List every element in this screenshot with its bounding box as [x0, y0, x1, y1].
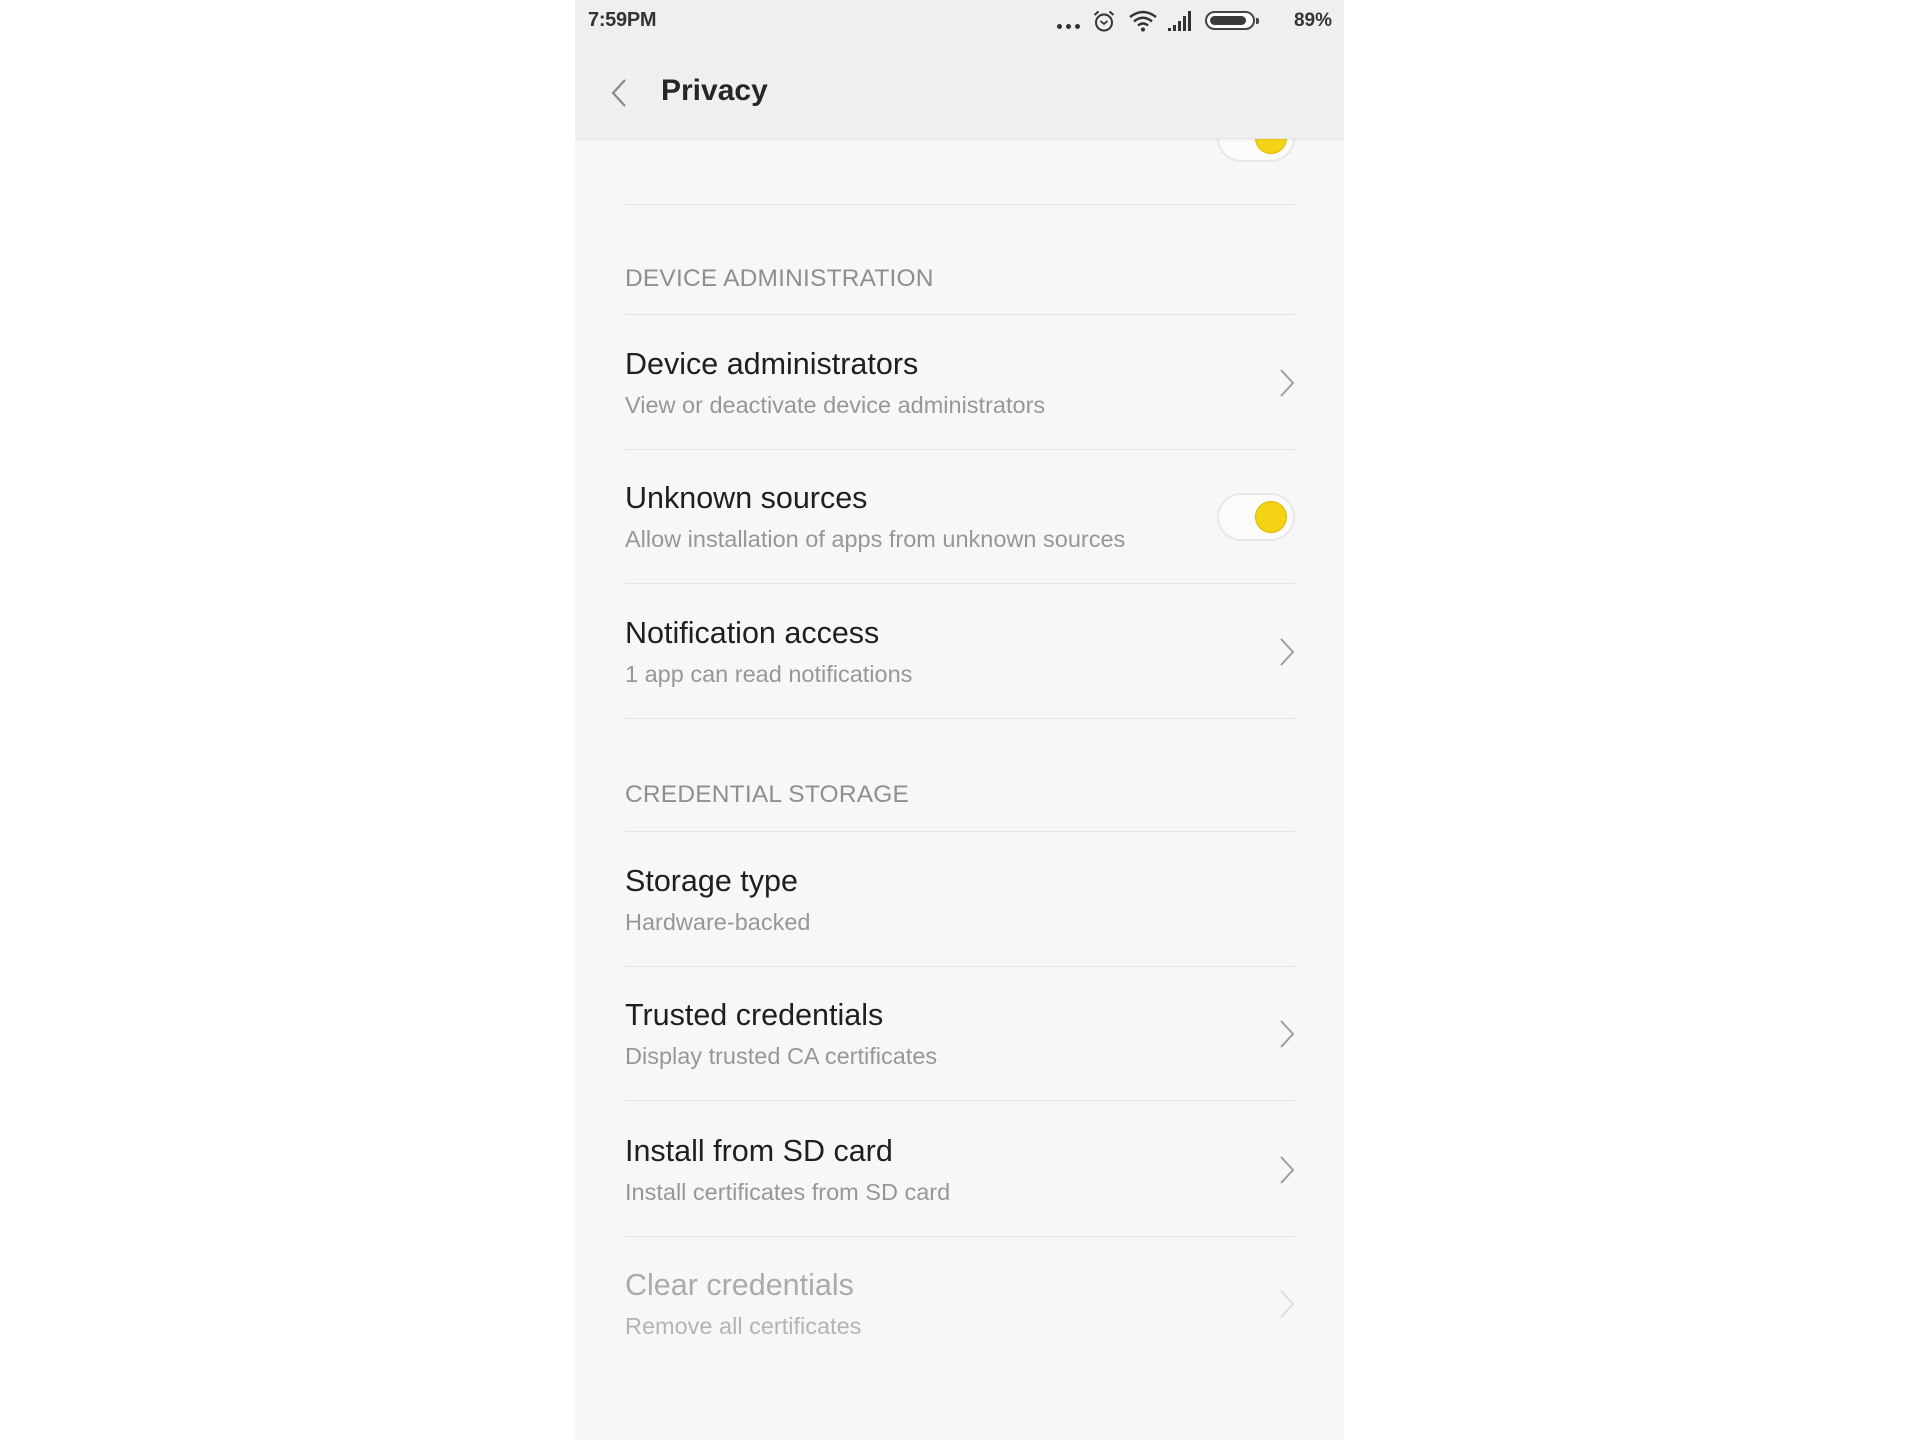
chevron-left-icon — [611, 79, 626, 107]
unknown-sources-toggle[interactable] — [1217, 493, 1295, 541]
signal-icon — [1168, 11, 1191, 31]
setting-subtitle: Install certificates from SD card — [625, 1179, 951, 1205]
wifi-icon — [1129, 10, 1157, 32]
setting-subtitle: Remove all certificates — [625, 1313, 862, 1339]
phone-screen: Make passwords visible DEVICE ADMINISTRA… — [575, 0, 1344, 1440]
setting-subtitle: Allow installation of apps from unknown … — [625, 526, 1126, 552]
section-label: DEVICE ADMINISTRATION — [625, 265, 934, 292]
section-header-device-administration: DEVICE ADMINISTRATION — [625, 205, 1295, 315]
section-label: CREDENTIAL STORAGE — [625, 781, 910, 808]
more-dots-icon — [1057, 24, 1083, 30]
chevron-right-icon — [1280, 1156, 1295, 1184]
setting-title: Install from SD card — [625, 1134, 893, 1168]
setting-device-administrators[interactable]: Device administrators View or deactivate… — [625, 315, 1295, 450]
battery-level — [1210, 16, 1246, 25]
setting-subtitle: View or deactivate device administrators — [625, 392, 1046, 418]
setting-subtitle: Hardware-backed — [625, 909, 811, 935]
setting-storage-type: Storage type Hardware-backed — [625, 832, 1295, 967]
setting-install-from-sd-card[interactable]: Install from SD card Install certificate… — [625, 1102, 1295, 1237]
setting-title: Clear credentials — [625, 1268, 854, 1302]
setting-title: Device administrators — [625, 347, 919, 381]
setting-notification-access[interactable]: Notification access 1 app can read notif… — [625, 584, 1295, 719]
toggle-knob — [1255, 501, 1287, 533]
setting-unknown-sources[interactable]: Unknown sources Allow installation of ap… — [625, 449, 1295, 584]
setting-clear-credentials[interactable]: Clear credentials Remove all certificate… — [625, 1236, 1295, 1371]
chevron-right-icon — [1280, 369, 1295, 397]
section-header-credential-storage: CREDENTIAL STORAGE — [625, 720, 1295, 832]
top-bar: 7:59PM 89% Privacy — [575, 0, 1344, 139]
chevron-right-icon — [1280, 638, 1295, 666]
setting-subtitle: Display trusted CA certificates — [625, 1043, 938, 1069]
page-title: Privacy — [661, 74, 768, 107]
setting-subtitle: 1 app can read notifications — [625, 661, 913, 687]
setting-title: Trusted credentials — [625, 998, 884, 1032]
setting-title: Notification access — [625, 616, 880, 650]
battery-percent: 89% — [1293, 10, 1332, 31]
chevron-right-icon — [1280, 1290, 1295, 1318]
status-time: 7:59PM — [588, 9, 657, 31]
alarm-icon — [1093, 10, 1115, 32]
setting-title: Unknown sources — [625, 481, 868, 515]
chevron-right-icon — [1280, 1020, 1295, 1048]
battery-icon — [1205, 11, 1259, 30]
setting-trusted-credentials[interactable]: Trusted credentials Display trusted CA c… — [625, 966, 1295, 1101]
status-icons: 89% — [1044, 0, 1344, 42]
back-button[interactable] — [605, 76, 635, 110]
setting-title: Storage type — [625, 864, 798, 898]
